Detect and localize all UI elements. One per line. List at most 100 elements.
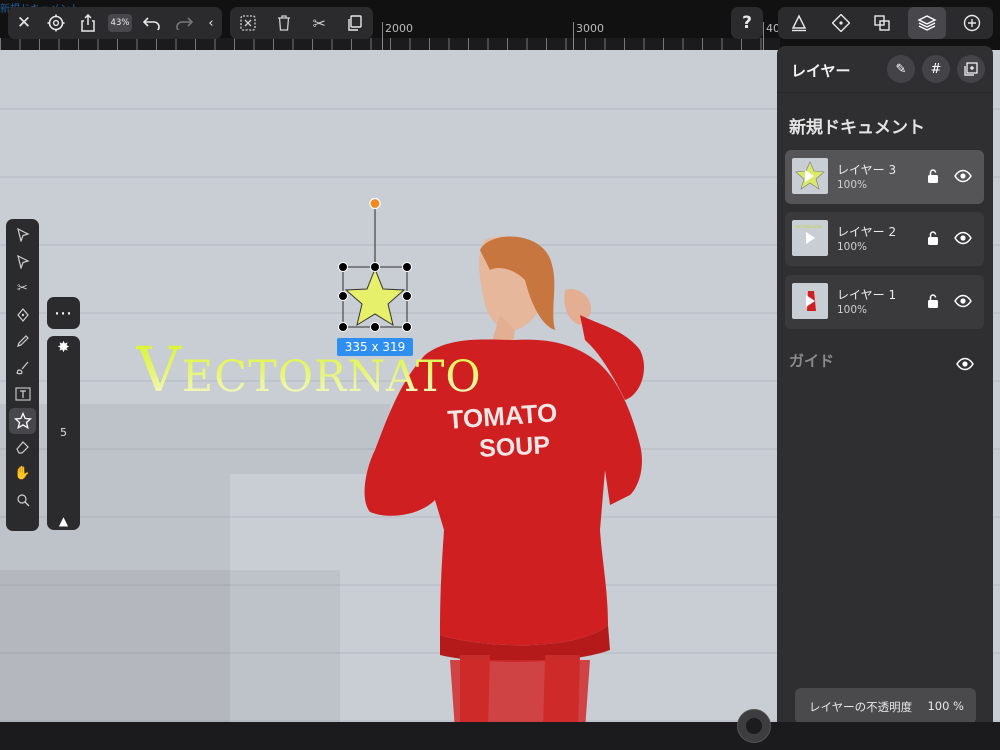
eraser-icon (15, 441, 29, 454)
boolean-icon (874, 15, 891, 31)
deselect-button[interactable] (232, 7, 264, 39)
node-icon (831, 14, 850, 32)
tool-pen[interactable] (9, 302, 36, 329)
scissors-icon: ✂ (17, 280, 28, 296)
layer-opacity-slider[interactable]: レイヤーの不透明度 100 % (795, 688, 976, 724)
layer-opacity: 100% (837, 241, 868, 253)
undo-icon (143, 17, 160, 30)
tab-layers[interactable] (908, 7, 947, 39)
share-button[interactable] (72, 7, 104, 39)
style-icon (791, 14, 807, 32)
tab-arrange[interactable] (866, 7, 898, 39)
eye-icon[interactable] (956, 356, 974, 372)
layer-thumbnail (792, 158, 828, 194)
ruler-label-3000: 3000 (576, 22, 604, 35)
delete-button[interactable] (268, 7, 300, 39)
undo-button[interactable] (136, 7, 168, 39)
direct-selection-icon (16, 254, 30, 269)
layer-opacity-value: 100 % (927, 699, 964, 713)
artboard-button[interactable]: # (922, 55, 950, 83)
duplicate-icon (348, 15, 362, 31)
chevron-left-icon: ‹ (208, 15, 214, 31)
tool-text[interactable] (9, 381, 36, 408)
tool-hand[interactable]: ✋ (9, 461, 36, 488)
star-points-slider[interactable]: ✸ 5 ▲ (47, 336, 80, 530)
bottom-bar (0, 722, 1000, 750)
lock-icon[interactable] (926, 230, 940, 246)
wall-shadow (0, 570, 340, 722)
redo-button[interactable] (168, 7, 200, 39)
cut-button[interactable]: ✂ (303, 7, 335, 39)
hand-icon: ✋ (14, 466, 31, 482)
brush-icon (15, 361, 28, 375)
lock-icon[interactable] (926, 168, 940, 184)
tool-zoom[interactable] (9, 487, 36, 514)
tool-pencil[interactable] (9, 328, 36, 355)
eye-icon[interactable] (954, 230, 972, 246)
close-button[interactable]: ✕ (8, 7, 40, 39)
tool-direct-selection[interactable] (9, 249, 36, 276)
layer-row-2[interactable]: VECTORNATOR レイヤー 2 100% (785, 212, 984, 266)
quick-action-button[interactable] (737, 709, 771, 743)
redo-icon (176, 17, 193, 30)
pencil-icon (16, 335, 29, 348)
zoom-badge: 43% (108, 14, 132, 32)
ruler-major-tick (573, 22, 574, 50)
layers-panel: レイヤー ✎ # 新規ドキュメント レイヤー 3 100% VECTORNATO… (777, 46, 993, 744)
add-layer-icon (964, 62, 978, 76)
selection-size-label: 335 x 319 (337, 338, 413, 356)
tool-eraser[interactable] (9, 434, 36, 461)
tool-selection[interactable] (9, 222, 36, 249)
shape-star-icon (13, 411, 32, 429)
toolbar-edit-group: ✂ (230, 7, 373, 39)
help-icon: ? (742, 13, 752, 33)
layers-icon (917, 15, 937, 31)
layer-thumbnail: VECTORNATOR (792, 220, 828, 256)
text-icon (14, 387, 31, 401)
layer-row-3[interactable]: レイヤー 3 100% (785, 150, 984, 204)
lock-icon[interactable] (926, 293, 940, 309)
edit-layer-button[interactable]: ✎ (887, 55, 915, 83)
help-button[interactable]: ? (731, 7, 763, 39)
document-title: 新規ドキュメント (789, 118, 925, 138)
ruler-major-tick (763, 22, 764, 50)
zoom-button[interactable]: 43% (104, 7, 136, 39)
trash-icon (277, 15, 290, 31)
settings-icon (47, 14, 65, 32)
star-burst-icon: ✸ (57, 338, 70, 356)
tool-brush[interactable] (9, 355, 36, 382)
shirt-text-line2: SOUP (478, 431, 550, 463)
app-root: 新規ドキュメント 2000 3000 40 ✕ 43% ‹ ✂ (0, 0, 1000, 750)
add-icon (963, 14, 981, 32)
collapse-toolbar-button[interactable]: ‹ (200, 7, 222, 39)
layers-panel-header: レイヤー ✎ # (777, 46, 993, 93)
tab-add[interactable] (956, 7, 988, 39)
tab-style[interactable] (783, 7, 815, 39)
eye-icon[interactable] (954, 168, 972, 184)
toolbar-main-group: ✕ 43% ‹ (8, 7, 222, 39)
selection-icon (16, 228, 30, 243)
ruler-major-tick (382, 22, 383, 50)
more-icon: ⋯ (54, 302, 73, 324)
tool-shape[interactable] (9, 407, 36, 434)
deselect-icon (240, 15, 256, 31)
tab-path[interactable] (825, 7, 857, 39)
tool-scissors[interactable]: ✂ (9, 275, 36, 302)
layer-row-1[interactable]: レイヤー 1 100% (785, 275, 984, 329)
layer-name: レイヤー 3 (837, 163, 897, 177)
selected-star-shape[interactable] (336, 196, 416, 336)
close-icon: ✕ (16, 13, 32, 33)
layer-opacity: 100% (837, 179, 868, 191)
tool-panel: ✂ ✋ (6, 219, 39, 531)
layer-thumbnail (792, 283, 828, 319)
shape-options-more-button[interactable]: ⋯ (47, 297, 80, 329)
duplicate-button[interactable] (339, 7, 371, 39)
settings-button[interactable] (40, 7, 72, 39)
artwork-vectornator-text[interactable]: Vectornato (136, 333, 482, 406)
eye-icon[interactable] (954, 293, 972, 309)
add-layer-button[interactable] (957, 55, 985, 83)
layer-name: レイヤー 2 (837, 225, 897, 239)
horizontal-ruler (0, 38, 780, 50)
share-icon (81, 14, 95, 32)
pencil-icon: ✎ (895, 61, 907, 77)
